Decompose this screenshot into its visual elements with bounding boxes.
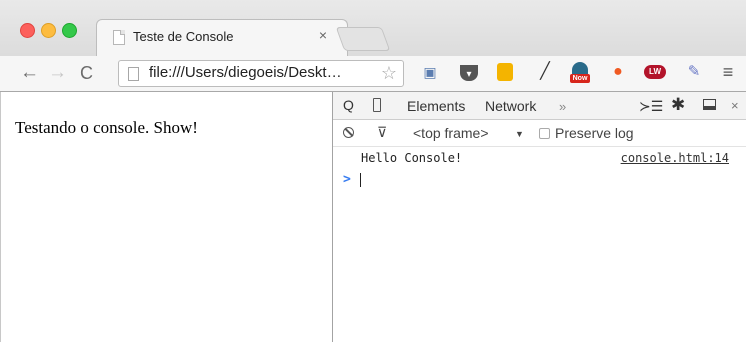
lw-icon[interactable]: LW [644, 65, 666, 79]
reload-button[interactable]: C [80, 63, 93, 84]
device-mode-icon[interactable] [373, 98, 381, 112]
url-text[interactable]: file:///Users/diegoeis/Deskt… [149, 64, 342, 81]
close-devtools-icon[interactable]: × [731, 98, 739, 113]
new-tab-button[interactable] [335, 27, 391, 51]
devtools-panel: Q Elements Network » ≻☰ ✱ × ⊽ <top frame… [332, 92, 746, 342]
page-text: Testando o console. Show! [15, 118, 198, 137]
console-log-row: Hello Console! console.html:14 [333, 148, 746, 168]
content-area: Testando o console. Show! Q Elements Net… [0, 92, 746, 342]
preserve-log-label[interactable]: Preserve log [555, 125, 634, 141]
devtools-tabbar: Q Elements Network » ≻☰ ✱ × [333, 92, 746, 120]
preserve-log-checkbox[interactable] [539, 128, 550, 139]
tab-teste-de-console[interactable]: Teste de Console × [96, 19, 348, 56]
file-page-icon [128, 67, 139, 81]
browser-window: Teste de Console × ← → C file:///Users/d… [0, 0, 746, 342]
console-drawer-icon[interactable]: ≻☰ [639, 98, 663, 115]
back-button[interactable]: ← [20, 62, 39, 84]
console-input-cursor[interactable] [360, 173, 361, 187]
dock-side-icon[interactable] [703, 99, 716, 110]
menu-icon[interactable]: ≡ [718, 62, 738, 82]
console-prompt-row[interactable]: > [333, 170, 746, 190]
now-icon[interactable]: Now [570, 62, 590, 83]
inspect-search-icon[interactable]: Q [343, 97, 354, 113]
close-window-button[interactable] [20, 23, 35, 38]
console-toolbar: ⊽ <top frame> ▼ Preserve log [333, 120, 746, 147]
pen-icon[interactable]: ✎ [684, 62, 704, 82]
tab-network[interactable]: Network [485, 98, 536, 114]
page-viewport: Testando o console. Show! [0, 92, 332, 342]
log-source-link[interactable]: console.html:14 [621, 151, 729, 165]
tab-strip: Teste de Console × [0, 0, 746, 56]
clear-console-icon[interactable] [343, 127, 354, 138]
page-favicon-icon [113, 30, 125, 45]
zoom-window-button[interactable] [62, 23, 77, 38]
tab-elements[interactable]: Elements [407, 98, 465, 114]
gear-icon[interactable]: ✱ [671, 95, 685, 115]
flame-icon[interactable]: ● [608, 62, 628, 82]
eyedropper-icon[interactable] [497, 63, 513, 81]
pocket-icon[interactable]: ▣ [420, 62, 440, 82]
toolbar: ← → C file:///Users/diegoeis/Deskt… ☆ [0, 56, 746, 92]
bookmark-star-icon[interactable]: ☆ [381, 63, 397, 84]
tab-close-icon[interactable]: × [319, 27, 327, 43]
tab-title: Teste de Console [133, 29, 234, 44]
forward-button[interactable]: → [48, 62, 67, 84]
frame-selector[interactable]: <top frame> [413, 125, 489, 141]
log-message: Hello Console! [361, 151, 463, 165]
filter-icon[interactable]: ⊽ [377, 124, 387, 141]
chevron-down-icon[interactable]: ▼ [515, 129, 524, 139]
minimize-window-button[interactable] [41, 23, 56, 38]
prompt-chevron-icon: > [343, 172, 351, 187]
paint-icon[interactable]: ╱ [535, 62, 555, 82]
more-tabs-icon[interactable]: » [559, 99, 566, 114]
address-bar[interactable]: file:///Users/diegoeis/Deskt… ☆ [118, 60, 404, 87]
notes-icon[interactable]: ▾ [460, 65, 478, 81]
